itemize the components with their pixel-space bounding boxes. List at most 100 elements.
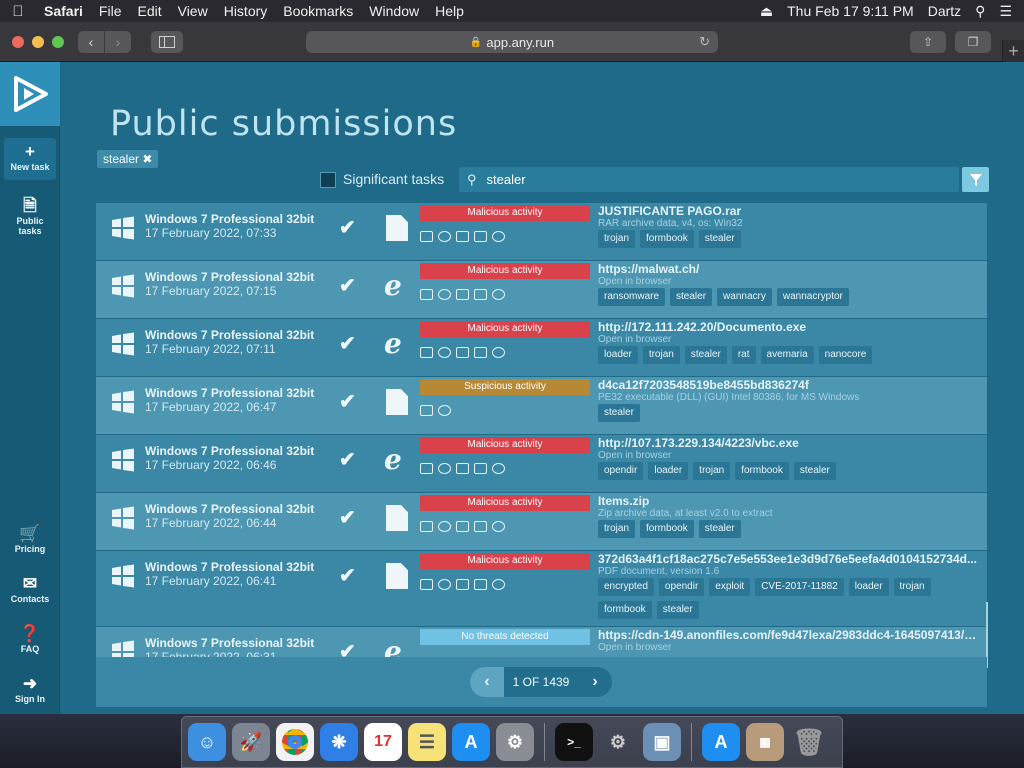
tag-badge[interactable]: trojan bbox=[598, 230, 636, 248]
pricing-link[interactable]: 🛒 Pricing bbox=[4, 524, 56, 554]
minimize-window-button[interactable] bbox=[32, 35, 44, 48]
table-row[interactable]: Windows 7 Professional 32bit 17 February… bbox=[96, 203, 987, 261]
sign-in-link[interactable]: ➜ Sign In bbox=[4, 674, 56, 704]
tag-badge[interactable]: formbook bbox=[640, 230, 694, 248]
menu-file[interactable]: File bbox=[91, 3, 130, 19]
tag-badge[interactable]: stealer bbox=[656, 601, 699, 619]
task-name-link[interactable]: 372d63a4f1cf18ac275c7e5e553ee1e3d9d76e5e… bbox=[598, 552, 977, 566]
tag-badge[interactable]: trojan bbox=[598, 520, 636, 538]
tag-badge[interactable]: rat bbox=[731, 346, 756, 364]
forward-button[interactable]: › bbox=[105, 30, 131, 53]
control-center-icon[interactable]: ☰ bbox=[999, 3, 1012, 20]
tag-badge[interactable]: loader bbox=[648, 462, 689, 480]
tag-badge[interactable]: loader bbox=[848, 578, 889, 596]
tag-badge[interactable]: wannacryptor bbox=[776, 288, 849, 306]
spotlight-search-icon[interactable]: ⚲ bbox=[975, 3, 985, 20]
system-preferences-icon[interactable]: ⚙ bbox=[496, 723, 534, 761]
finder-icon[interactable]: ☺ bbox=[188, 723, 226, 761]
tag-badge[interactable]: stealer bbox=[684, 346, 727, 364]
tag-badge[interactable]: CVE-2017-11882 bbox=[755, 578, 844, 596]
share-button[interactable]: ⇧ bbox=[910, 31, 946, 53]
public-tasks-link[interactable]: 🗎 Public tasks bbox=[4, 196, 56, 236]
table-row[interactable]: Windows 7 Professional 32bit 17 February… bbox=[96, 551, 987, 627]
tag-badge[interactable]: exploit bbox=[709, 578, 751, 596]
table-row[interactable]: Windows 7 Professional 32bit 17 February… bbox=[96, 627, 987, 657]
new-task-button[interactable]: + New task bbox=[4, 138, 56, 180]
tag-badge[interactable]: encrypted bbox=[598, 578, 654, 596]
tab-overview-button[interactable]: ❐ bbox=[955, 31, 991, 53]
tag-badge[interactable]: wannacry bbox=[717, 288, 772, 306]
tag-badge[interactable]: trojan bbox=[642, 346, 680, 364]
calendar-icon[interactable]: 17 bbox=[364, 723, 402, 761]
menu-bookmarks[interactable]: Bookmarks bbox=[275, 3, 361, 19]
new-tab-button[interactable]: + bbox=[1002, 40, 1024, 62]
menu-window[interactable]: Window bbox=[361, 3, 427, 19]
previous-page-button[interactable]: ‹ bbox=[470, 667, 504, 697]
tag-badge[interactable]: stealer bbox=[793, 462, 836, 480]
tag-badge[interactable]: avemaria bbox=[760, 346, 814, 364]
menu-user[interactable]: Dartz bbox=[928, 3, 961, 19]
menu-clock[interactable]: Thu Feb 17 9:11 PM bbox=[787, 3, 914, 19]
tag-badge[interactable]: nanocore bbox=[818, 346, 873, 364]
contacts-link[interactable]: ✉ Contacts bbox=[4, 574, 56, 604]
tag-badge[interactable]: formbook bbox=[640, 520, 694, 538]
table-row[interactable]: Windows 7 Professional 32bit 17 February… bbox=[96, 435, 987, 493]
tag-badge[interactable]: trojan bbox=[893, 578, 931, 596]
fullscreen-window-button[interactable] bbox=[52, 35, 64, 48]
tag-badge[interactable]: stealer bbox=[698, 230, 741, 248]
trash-icon[interactable]: 🗑 bbox=[790, 723, 828, 761]
terminal-icon[interactable]: >_ bbox=[555, 723, 593, 761]
tag-badge[interactable]: ransomware bbox=[598, 288, 666, 306]
next-page-button[interactable]: › bbox=[578, 667, 612, 697]
tag-badge[interactable]: opendir bbox=[598, 462, 644, 480]
active-filter-chip[interactable]: stealer ✖ bbox=[97, 150, 159, 168]
task-name-link[interactable]: https://malwat.ch/ bbox=[598, 262, 699, 276]
menu-app[interactable]: Safari bbox=[36, 3, 91, 19]
task-name-link[interactable]: https://cdn-149.anonfiles.com/fe9d47lexa… bbox=[598, 628, 978, 642]
tag-badge[interactable]: stealer bbox=[670, 288, 713, 306]
table-row[interactable]: Windows 7 Professional 32bit 17 February… bbox=[96, 377, 987, 435]
tag-badge[interactable]: trojan bbox=[693, 462, 731, 480]
filter-button[interactable] bbox=[962, 167, 989, 192]
menu-view[interactable]: View bbox=[170, 3, 216, 19]
table-row[interactable]: Windows 7 Professional 32bit 17 February… bbox=[96, 319, 987, 377]
menu-history[interactable]: History bbox=[216, 3, 276, 19]
task-name-link[interactable]: http://107.173.229.134/4223/vbc.exe bbox=[598, 436, 799, 450]
submissions-list: Windows 7 Professional 32bit 17 February… bbox=[96, 203, 987, 657]
tag-badge[interactable]: formbook bbox=[598, 601, 652, 619]
close-icon[interactable]: ✖ bbox=[142, 152, 152, 166]
tag-badge[interactable]: stealer bbox=[698, 520, 741, 538]
apple-icon[interactable]:  bbox=[0, 3, 36, 20]
significant-tasks-checkbox[interactable] bbox=[320, 172, 336, 188]
address-bar[interactable]: 🔒 app.any.run ↻ bbox=[306, 31, 718, 53]
task-name-link[interactable]: d4ca12f7203548519be8455bd836274f bbox=[598, 378, 809, 392]
table-row[interactable]: Windows 7 Professional 32bit 17 February… bbox=[96, 261, 987, 319]
faq-link[interactable]: ❓ FAQ bbox=[4, 624, 56, 654]
tag-badge[interactable]: opendir bbox=[658, 578, 705, 596]
task-name-link[interactable]: http://172.111.242.20/Documento.exe bbox=[598, 320, 806, 334]
table-row[interactable]: Windows 7 Professional 32bit 17 February… bbox=[96, 493, 987, 551]
app-store-icon[interactable]: A bbox=[452, 723, 490, 761]
task-name-link[interactable]: Items.zip bbox=[598, 494, 649, 508]
app-store-downloads-icon[interactable]: A bbox=[702, 723, 740, 761]
tag-badge[interactable]: stealer bbox=[598, 404, 641, 422]
network-utility-icon[interactable]: ⚙ bbox=[599, 723, 637, 761]
menu-help[interactable]: Help bbox=[427, 3, 472, 19]
back-button[interactable]: ‹ bbox=[78, 30, 104, 53]
preview-icon[interactable]: ▣ bbox=[643, 723, 681, 761]
photos-stack-icon[interactable]: ▩ bbox=[746, 723, 784, 761]
menu-edit[interactable]: Edit bbox=[129, 3, 169, 19]
close-window-button[interactable] bbox=[12, 35, 24, 48]
safari-icon[interactable]: ❋ bbox=[320, 723, 358, 761]
tag-badge[interactable]: loader bbox=[598, 346, 638, 364]
reload-icon[interactable]: ↻ bbox=[699, 34, 710, 50]
sidebar-toggle-button[interactable] bbox=[151, 30, 183, 53]
notes-icon[interactable]: ☰ bbox=[408, 723, 446, 761]
tag-badge[interactable]: formbook bbox=[735, 462, 789, 480]
anyrun-logo[interactable] bbox=[0, 62, 60, 126]
task-name-link[interactable]: JUSTIFICANTE PAGO.rar bbox=[598, 204, 741, 218]
search-input[interactable]: ⚲ stealer bbox=[459, 167, 959, 192]
eject-icon[interactable]: ⏏ bbox=[760, 3, 773, 20]
chrome-icon[interactable] bbox=[276, 723, 314, 761]
launchpad-icon[interactable]: 🚀 bbox=[232, 723, 270, 761]
